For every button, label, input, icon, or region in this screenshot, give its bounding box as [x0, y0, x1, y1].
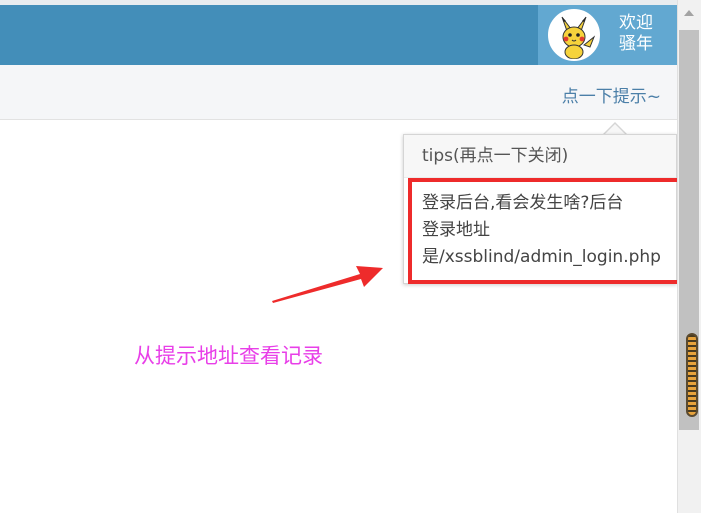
popover-line-1: 登录后台,看会发生啥?后台 — [422, 193, 624, 213]
welcome-text[interactable]: 欢迎 骚年 — [616, 13, 656, 55]
tips-popover[interactable]: tips(再点一下关闭) 登录后台,看会发生啥?后台 登录地址 是/xssbli… — [403, 134, 677, 284]
hint-link[interactable]: 点一下提示~ — [562, 82, 661, 107]
popover-title[interactable]: tips(再点一下关闭) — [404, 135, 676, 178]
arrow-shape — [272, 266, 383, 303]
sub-toolbar: 点一下提示~ — [0, 65, 677, 120]
user-menu[interactable]: 欢迎 骚年 — [538, 5, 677, 65]
scroll-up-icon[interactable] — [684, 10, 694, 16]
pikachu-avatar-icon[interactable] — [548, 9, 600, 61]
popover-line-2: 登录地址 — [422, 220, 490, 240]
annotation-text: 从提示地址查看记录 — [134, 344, 323, 368]
popover-line-3: 是/xssblind/admin_login.php — [422, 247, 661, 267]
scroll-grip-icon[interactable] — [686, 333, 698, 417]
welcome-line-1: 欢迎 — [619, 13, 653, 33]
popover-body: 登录后台,看会发生啥?后台 登录地址 是/xssblind/admin_logi… — [404, 178, 676, 283]
welcome-line-2: 骚年 — [619, 34, 653, 54]
